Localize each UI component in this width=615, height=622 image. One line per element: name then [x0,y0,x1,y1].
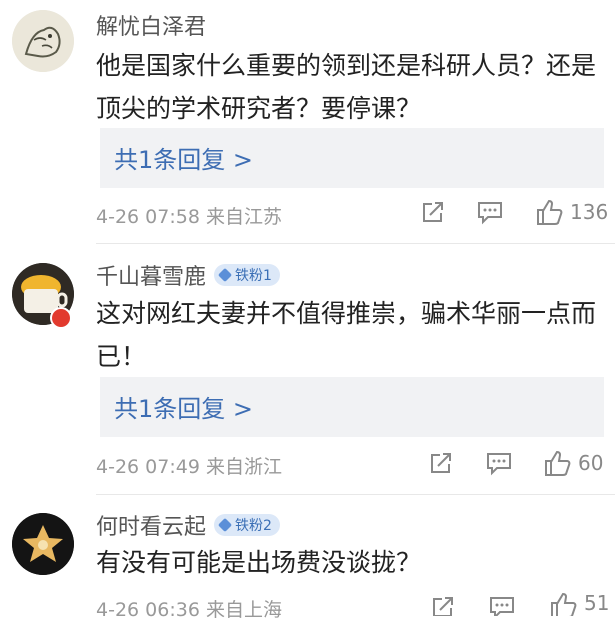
timestamp: 4-26 07:49 [96,456,200,478]
location: 来自浙江 [205,456,282,478]
thumbs-up-icon [551,592,577,616]
username[interactable]: 何时看云起 [96,509,206,541]
location: 来自江苏 [205,206,282,228]
comment-meta: 4-26 06:36 来自上海 [96,595,282,622]
like-count: 60 [578,451,604,475]
reply-box[interactable]: 共1条回复 > [100,377,604,437]
avatar[interactable] [12,10,74,72]
avatar-image [12,513,74,575]
view-replies-link[interactable]: 共1条回复 > [114,389,253,424]
comment-meta: 4-26 07:49 来自浙江 [96,452,282,479]
comment-text-line: 顶尖的学术研究者？要停课？ [96,94,422,123]
fan-badge-label: 铁粉1 [235,268,272,284]
share-button[interactable] [428,450,454,476]
like-button[interactable]: 51 [548,590,609,616]
location: 来自上海 [205,599,282,621]
comment-icon [478,202,502,225]
username[interactable]: 解忧白泽君 [96,9,206,41]
like-button[interactable]: 60 [542,448,603,478]
comment-text-line: 有没有可能是出场费没谈拢？ [96,548,422,577]
comment-icon [487,453,511,476]
comment-button[interactable] [485,450,513,476]
avatar[interactable] [12,513,74,575]
comment-text: 有没有可能是出场费没谈拢？ [96,541,603,584]
share-button[interactable] [420,199,446,225]
like-count: 51 [584,591,610,615]
thumbs-up-icon [537,199,563,225]
comment-text: 这对网红夫妻并不值得推崇，骗术华丽一点而 已！ [96,292,603,378]
diamond-icon [217,267,233,283]
like-count: 136 [570,200,609,224]
comment-button[interactable] [488,594,516,616]
share-icon [431,453,451,473]
timestamp: 4-26 07:58 [96,206,200,228]
comment-text-line: 这对网红夫妻并不值得推崇，骗术华丽一点而 [96,299,597,328]
share-button[interactable] [430,594,456,616]
comment-meta: 4-26 07:58 来自江苏 [96,202,282,229]
avatar-image [12,10,74,72]
thumbs-up-icon [545,450,571,476]
diamond-icon [217,517,233,533]
share-icon [423,202,443,222]
share-icon [433,597,453,616]
divider [96,494,615,495]
timestamp: 4-26 06:36 [96,599,200,621]
comment-text: 他是国家什么重要的领到还是科研人员？还是 顶尖的学术研究者？要停课？ [96,44,603,130]
username[interactable]: 千山暮雪鹿 [96,259,206,291]
verified-badge-icon [50,307,72,329]
view-replies-link[interactable]: 共1条回复 > [114,140,253,175]
reply-box[interactable]: 共1条回复 > [100,128,604,188]
comment-button[interactable] [476,199,504,225]
comment-text-line: 已！ [96,342,147,371]
like-button[interactable]: 136 [534,197,608,227]
fan-badge: 铁粉1 [214,264,280,286]
comment-text-line: 他是国家什么重要的领到还是科研人员？还是 [96,51,597,80]
divider [96,243,615,244]
fan-badge-label: 铁粉2 [235,518,272,534]
fan-badge: 铁粉2 [214,514,280,536]
comment-icon [490,597,514,616]
